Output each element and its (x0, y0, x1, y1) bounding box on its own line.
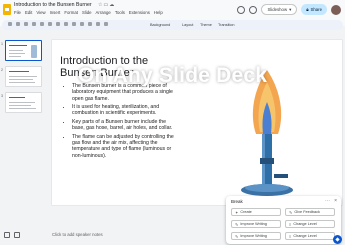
change-level-button[interactable]: ≡ Change Level (285, 232, 335, 240)
close-icon[interactable]: × (334, 198, 337, 204)
improve-writing-label: Improve Writing (240, 234, 267, 238)
bullet-list[interactable]: The Bunsen burner is a common piece of l… (65, 83, 177, 161)
change-level-button[interactable]: ≡ Change Level (285, 220, 335, 228)
avatar[interactable] (331, 4, 341, 15)
slide-thumbnail[interactable] (5, 92, 42, 113)
improve-writing-button[interactable]: ✎ Improve Writing (231, 220, 281, 228)
menu-extensions[interactable]: Extensions (129, 10, 150, 15)
ai-assistant-icon[interactable] (333, 235, 342, 244)
chevron-down-icon: ▾ (289, 6, 292, 12)
bullet-item: It is used for heating, sterilization, a… (72, 104, 177, 117)
more-options-icon[interactable]: ⋯ (325, 198, 330, 204)
layout-button[interactable]: Layout (182, 23, 193, 27)
menu-file[interactable]: File (14, 10, 21, 15)
slideshow-label: Slideshow (267, 7, 288, 12)
line-icon[interactable] (96, 22, 100, 26)
comment-icon[interactable] (104, 22, 108, 26)
menu-insert[interactable]: Insert (50, 10, 61, 15)
title-icons: ☆▭☁ (98, 2, 115, 8)
zoom-icon[interactable] (56, 22, 60, 26)
paint-format-icon[interactable] (48, 22, 52, 26)
filmstrip-view-icon[interactable] (14, 232, 20, 238)
transition-button[interactable]: Transition (218, 23, 235, 27)
menu-slide[interactable]: Slide (82, 10, 92, 15)
menu-format[interactable]: Format (64, 10, 78, 15)
image-icon[interactable] (80, 22, 84, 26)
share-button[interactable]: 🔒︎ Share (301, 4, 327, 15)
create-button[interactable]: ✦ Create (231, 208, 281, 216)
filmstrip: 1 2 3 (0, 32, 44, 232)
thumb-number: 1 (1, 42, 3, 46)
overlay-headline: On Any Slide Deck (77, 64, 268, 87)
select-icon[interactable] (64, 22, 68, 26)
menu-help[interactable]: Help (154, 10, 163, 15)
improve-writing-label: Improve Writing (240, 222, 267, 226)
shape-icon[interactable] (88, 22, 92, 26)
print-icon[interactable] (40, 22, 44, 26)
share-label: Share (310, 7, 322, 12)
pencil-icon: ✎ (235, 233, 239, 239)
lock-icon: 🔒︎ (306, 7, 309, 12)
bullet-item: Key parts of a Bunsen burner include the… (72, 119, 177, 132)
menu-view[interactable]: View (36, 10, 45, 15)
bottom-left-controls (4, 232, 20, 238)
menu-edit[interactable]: Edit (25, 10, 32, 15)
new-slide-icon[interactable] (16, 22, 20, 26)
cloud-saved-icon[interactable]: ☁ (109, 2, 115, 8)
give-feedback-label: Give Feedback (294, 210, 320, 214)
slide-thumbnail[interactable] (5, 40, 42, 61)
bullet-item: The flame can be adjusted by controlling… (72, 134, 177, 159)
create-label: Create (240, 210, 252, 214)
slideshow-button[interactable]: Slideshow ▾ (261, 4, 298, 15)
comments-icon[interactable] (249, 5, 258, 14)
sparkle-icon: ✦ (235, 209, 239, 215)
toolbar-icons (8, 22, 108, 26)
change-level-label: Change Level (293, 234, 317, 238)
textbox-icon[interactable] (72, 22, 76, 26)
menu-bar: File Edit View Insert Format Slide Arran… (14, 10, 163, 15)
theme-button[interactable]: Theme (200, 23, 212, 27)
background-button[interactable]: Background (150, 23, 170, 27)
panel-heading: Break (231, 199, 243, 204)
level-icon: ≡ (289, 221, 292, 227)
top-right-controls: Slideshow ▾ 🔒︎ Share (237, 4, 341, 15)
give-feedback-button[interactable]: ✎ Give Feedback (285, 208, 335, 216)
document-title[interactable]: Introduction to the Bunsen Burner (14, 2, 92, 8)
change-level-label: Change Level (293, 222, 317, 226)
pencil-icon: ✎ (235, 221, 239, 227)
history-icon[interactable] (237, 5, 246, 14)
undo-icon[interactable] (24, 22, 28, 26)
ai-assist-panel: Break ⋯ × ✦ Create ✎ Give Feedback ✎ Imp… (226, 196, 341, 244)
improve-writing-button[interactable]: ✎ Improve Writing (231, 232, 281, 240)
level-icon: ≡ (289, 233, 292, 239)
redo-icon[interactable] (32, 22, 36, 26)
menu-tools[interactable]: Tools (115, 10, 125, 15)
search-menus-icon[interactable] (8, 22, 12, 26)
toolbar: Background Layout Theme Transition (2, 20, 343, 30)
thumb-number: 3 (1, 94, 3, 98)
feedback-icon: ✎ (289, 209, 293, 215)
menu-arrange[interactable]: Arrange (96, 10, 111, 15)
grid-view-icon[interactable] (4, 232, 10, 238)
slides-logo-icon[interactable] (3, 4, 11, 15)
speaker-notes[interactable]: Click to add speaker notes (52, 229, 252, 241)
